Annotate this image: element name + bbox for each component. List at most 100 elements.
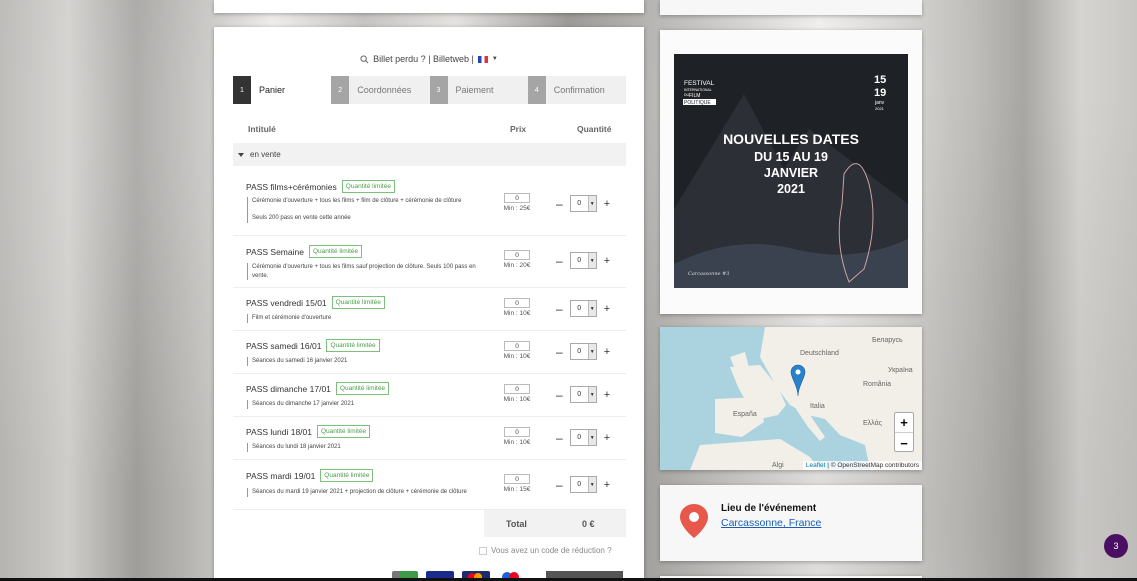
caret-down-icon (238, 152, 244, 157)
map-label-belarus: Беларусь (872, 337, 903, 344)
minus-button[interactable]: – (556, 389, 563, 401)
quantity-select[interactable]: 0 ▼ (569, 386, 597, 403)
map-label-greece: Ελλάς (863, 419, 883, 427)
top-links: Billet perdu ? | Billetweb | ▼ (214, 54, 644, 64)
ticket-title: PASS vendredi 15/01 (246, 297, 327, 308)
select-arrow-icon: ▼ (587, 387, 596, 402)
step-number: 4 (527, 76, 546, 104)
price-input[interactable]: 0 (504, 474, 530, 484)
plus-button[interactable]: + (604, 432, 610, 443)
limited-badge: Quantité limitée (341, 180, 395, 193)
limited-badge: Quantité limitée (320, 469, 374, 482)
step-coordonnees[interactable]: 2 Coordonnées (331, 76, 429, 104)
promo-code-toggle[interactable]: Vous avez un code de réduction ? (479, 546, 612, 555)
price-cell: 0 Min : 10€ (499, 341, 535, 360)
location-title: Lieu de l'événement (721, 503, 817, 514)
help-links[interactable]: Billet perdu ? | Billetweb | (373, 54, 474, 64)
quantity-select[interactable]: 0 ▼ (569, 195, 597, 212)
event-poster-card: FESTIVAL INTERNATIONAL DU FILM POLITIQUE… (660, 30, 922, 314)
notification-badge[interactable]: 3 (1104, 534, 1128, 558)
poster-politique: POLITIQUE (684, 100, 711, 106)
select-arrow-icon: ▼ (587, 344, 596, 359)
plus-button[interactable]: + (604, 479, 610, 490)
map-label-algeria: Algi (772, 462, 784, 469)
step-label: Panier (259, 85, 286, 95)
quantity-select[interactable]: 0 ▼ (569, 252, 597, 269)
plus-button[interactable]: + (604, 346, 610, 357)
price-input[interactable]: 0 (504, 193, 530, 203)
minus-button[interactable]: – (556, 303, 563, 315)
price-input[interactable]: 0 (504, 298, 530, 308)
map-attribution: Leaflet | © OpenStreetMap contributors (802, 461, 922, 470)
plus-button[interactable]: + (604, 303, 610, 314)
price-input[interactable]: 0 (504, 427, 530, 437)
select-arrow-icon: ▼ (587, 477, 596, 492)
europe-map[interactable]: Deutschland Беларусь Україна România Esp… (660, 327, 922, 470)
zoom-in-button[interactable]: + (895, 413, 913, 433)
step-number: 1 (233, 76, 251, 104)
step-label: Coordonnées (357, 85, 412, 95)
price-cell: 0 Min : 10€ (499, 298, 535, 317)
total-label: Total (506, 519, 527, 529)
ticket-description: Cérémonie d'ouverture + tous les films +… (247, 197, 482, 224)
ticket-row: PASS lundi 18/01 Quantité limitée Séances… (233, 417, 626, 460)
map-label-ukraine: Україна (888, 367, 913, 374)
osm-attribution[interactable]: © OpenStreetMap contributors (831, 462, 919, 469)
quantity-stepper: –0 ▼ + (556, 252, 610, 269)
limited-badge: Quantité limitée (331, 296, 385, 309)
step-number: 3 (429, 76, 448, 104)
ticket-description: Séances du lundi 18 janvier 2021 (247, 443, 482, 452)
minus-button[interactable]: – (556, 198, 563, 210)
ticket-description: Séances du dimanche 17 janvier 2021 (247, 400, 482, 409)
poster-year: 2021 (875, 106, 885, 111)
leaflet-link[interactable]: Leaflet (806, 462, 826, 469)
location-pin-icon (680, 504, 708, 538)
flag-fr-icon[interactable] (477, 55, 488, 63)
promo-checkbox[interactable] (479, 546, 487, 555)
quantity-select[interactable]: 0 ▼ (569, 343, 597, 360)
price-cell: 0 Min : 10€ (499, 384, 535, 403)
zoom-out-button[interactable]: − (895, 433, 913, 453)
minus-button[interactable]: – (556, 432, 563, 444)
location-link[interactable]: Carcassonne, France (721, 517, 821, 529)
price-input[interactable]: 0 (504, 341, 530, 351)
quantity-select[interactable]: 0 ▼ (569, 300, 597, 317)
poster-day-start: 15 (874, 74, 886, 86)
step-confirmation[interactable]: 4 Confirmation (527, 76, 626, 104)
quantity-stepper: –0 ▼ + (556, 195, 610, 212)
search-icon[interactable] (360, 54, 369, 64)
minus-button[interactable]: – (556, 346, 563, 358)
price-min: Min : 25€ (503, 205, 531, 212)
limited-badge: Quantité limitée (326, 339, 380, 352)
poster-headline: NOUVELLES DATES (723, 131, 859, 147)
plus-button[interactable]: + (604, 255, 610, 266)
price-min: Min : 10€ (503, 310, 531, 317)
map-label-spain: España (733, 411, 757, 418)
total-value: 0 € (582, 519, 595, 529)
price-input[interactable]: 0 (504, 250, 530, 260)
poster-year-big: 2021 (777, 182, 805, 196)
poster-international: INTERNATIONAL (684, 88, 712, 92)
step-paiement[interactable]: 3 Paiement (429, 76, 528, 104)
quantity-value: 0 (577, 348, 582, 355)
price-min: Min : 10€ (503, 353, 531, 360)
ticket-row: PASS mardi 19/01 Quantité limitée Séances… (233, 460, 626, 510)
price-min: Min : 15€ (503, 486, 531, 493)
minus-button[interactable]: – (556, 479, 563, 491)
step-panier[interactable]: 1 Panier (233, 76, 332, 104)
plus-button[interactable]: + (604, 389, 610, 400)
price-cell: 0 Min : 15€ (499, 474, 535, 493)
category-row[interactable]: en vente (233, 143, 626, 166)
ticket-row: PASS Semaine Quantité limitée Cérémonie d… (233, 236, 626, 288)
quantity-select[interactable]: 0 ▼ (569, 429, 597, 446)
location-card: Lieu de l'événement Carcassonne, France (660, 485, 922, 561)
poster-film: FILM (689, 93, 700, 99)
chevron-down-icon[interactable]: ▼ (492, 56, 498, 62)
map-widget[interactable]: Deutschland Беларусь Україна România Esp… (660, 327, 922, 470)
minus-button[interactable]: – (556, 255, 563, 267)
quantity-select[interactable]: 0 ▼ (569, 476, 597, 493)
plus-button[interactable]: + (604, 198, 610, 209)
price-input[interactable]: 0 (504, 384, 530, 394)
ticket-description: Séances du mardi 19 janvier 2021 + proje… (247, 488, 482, 497)
step-label: Confirmation (553, 85, 605, 95)
